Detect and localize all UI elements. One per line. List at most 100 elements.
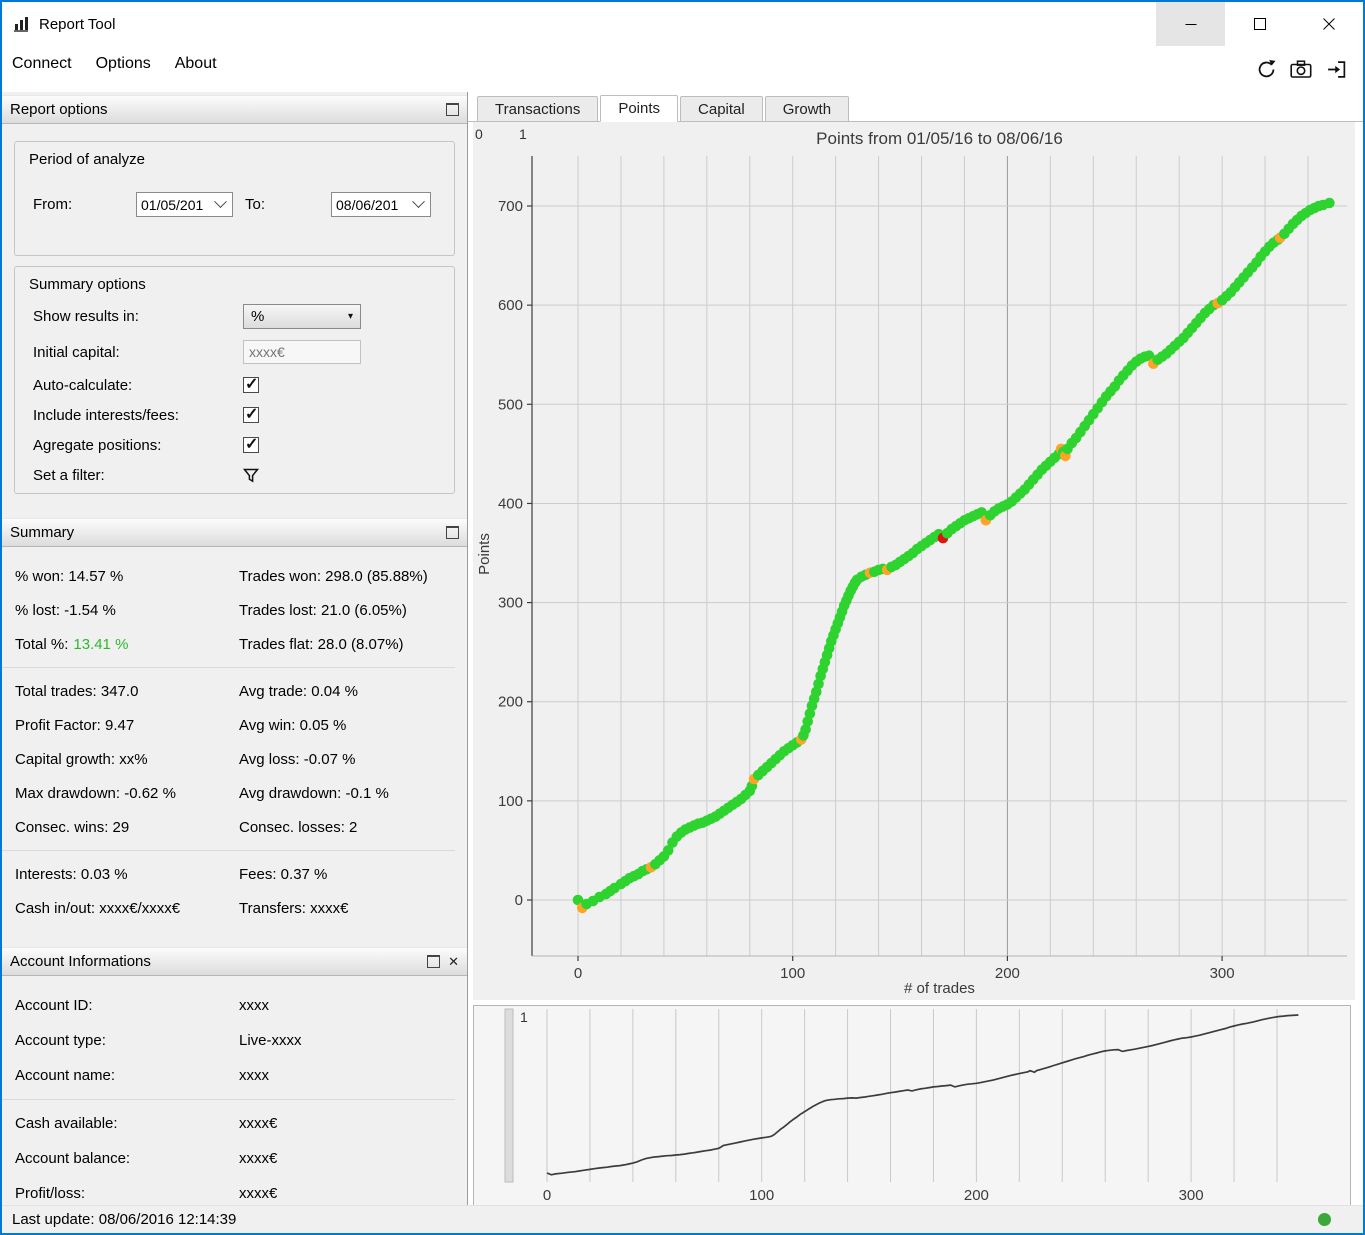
tab-capital[interactable]: Capital bbox=[680, 96, 763, 121]
set-filter-label: Set a filter: bbox=[33, 467, 243, 484]
avg-loss: Avg loss: -0.07 % bbox=[239, 751, 355, 768]
last-update-text: Last update: 08/06/2016 12:14:39 bbox=[12, 1211, 236, 1228]
account-informations-header: Account Informations ✕ bbox=[2, 947, 467, 976]
include-interests-checkbox[interactable] bbox=[243, 407, 259, 423]
summary-options-title: Summary options bbox=[15, 267, 454, 293]
left-dock-panel: Report options Period of analyze From: 0… bbox=[2, 92, 468, 1205]
tab-transactions[interactable]: Transactions bbox=[477, 96, 598, 121]
report-options-header: Report options bbox=[2, 95, 467, 124]
account-row: Account type: Live-xxxx bbox=[2, 1023, 467, 1058]
account-row: Account name: xxxx bbox=[2, 1058, 467, 1093]
svg-text:# of trades: # of trades bbox=[904, 980, 975, 997]
account-type-value: Live-xxxx bbox=[239, 1032, 302, 1049]
menu-options[interactable]: Options bbox=[84, 46, 163, 85]
app-window: Report Tool Connect Options About bbox=[0, 0, 1365, 1235]
cash-available-label: Cash available: bbox=[15, 1115, 239, 1132]
summary-row: % won: 14.57 % Trades won: 298.0 (85.88%… bbox=[2, 559, 467, 593]
svg-text:400: 400 bbox=[498, 495, 523, 512]
chart-panel: Transactions Points Capital Growth 01002… bbox=[468, 92, 1363, 1205]
float-icon[interactable] bbox=[427, 955, 440, 968]
points-chart: 01002003004005006007000100200300Points f… bbox=[473, 122, 1355, 1000]
menu-connect[interactable]: Connect bbox=[2, 46, 84, 85]
avg-trade: Avg trade: 0.04 % bbox=[239, 683, 358, 700]
svg-text:100: 100 bbox=[780, 965, 805, 982]
divider bbox=[2, 850, 455, 851]
minimize-icon bbox=[1185, 18, 1197, 30]
camera-icon[interactable] bbox=[1290, 58, 1312, 80]
transfers: Transfers: xxxx€ bbox=[239, 900, 348, 917]
profit-factor: Profit Factor: 9.47 bbox=[15, 717, 239, 734]
auto-calculate-checkbox[interactable] bbox=[243, 377, 259, 393]
summary-row: Total trades: 347.0 Avg trade: 0.04 % bbox=[2, 674, 467, 708]
close-panel-icon[interactable]: ✕ bbox=[448, 957, 459, 967]
to-date-combobox[interactable]: 08/06/201 bbox=[331, 192, 431, 217]
initial-capital-label: Initial capital: bbox=[33, 344, 243, 361]
filter-icon[interactable] bbox=[243, 468, 259, 483]
auto-calculate-label: Auto-calculate: bbox=[33, 377, 243, 394]
svg-text:300: 300 bbox=[1210, 965, 1235, 982]
consec-losses: Consec. losses: 2 bbox=[239, 819, 357, 836]
avg-drawdown: Avg drawdown: -0.1 % bbox=[239, 785, 389, 802]
capital-growth: Capital growth: xx% bbox=[15, 751, 239, 768]
svg-text:Points from 01/05/16 to 08/06/: Points from 01/05/16 to 08/06/16 bbox=[816, 129, 1063, 148]
account-type-label: Account type: bbox=[15, 1032, 239, 1049]
tab-points[interactable]: Points bbox=[600, 95, 678, 122]
svg-text:700: 700 bbox=[498, 198, 523, 215]
avg-win: Avg win: 0.05 % bbox=[239, 717, 346, 734]
summary-row: Profit Factor: 9.47 Avg win: 0.05 % bbox=[2, 708, 467, 742]
menu-about[interactable]: About bbox=[163, 46, 229, 85]
total-trades: Total trades: 347.0 bbox=[15, 683, 239, 700]
summary-row: Consec. wins: 29 Consec. losses: 2 bbox=[2, 810, 467, 844]
summary-title: Summary bbox=[10, 524, 74, 541]
account-balance-label: Account balance: bbox=[15, 1150, 239, 1167]
summary-row: % lost: -1.54 % Trades lost: 21.0 (6.05%… bbox=[2, 593, 467, 627]
maximize-button[interactable] bbox=[1225, 2, 1294, 46]
agregate-positions-checkbox[interactable] bbox=[243, 437, 259, 453]
refresh-icon[interactable] bbox=[1255, 58, 1277, 80]
pct-lost: % lost: -1.54 % bbox=[15, 602, 239, 619]
menubar: Connect Options About bbox=[2, 46, 1363, 92]
tab-growth[interactable]: Growth bbox=[765, 96, 849, 121]
close-button[interactable] bbox=[1294, 2, 1363, 46]
consec-wins: Consec. wins: 29 bbox=[15, 819, 239, 836]
svg-text:300: 300 bbox=[1179, 1187, 1204, 1204]
minimize-button[interactable] bbox=[1156, 2, 1225, 46]
overview-chart[interactable]: 01002003001 bbox=[474, 1006, 1350, 1206]
trades-lost: Trades lost: 21.0 (6.05%) bbox=[239, 602, 407, 619]
total-pct: Total %:13.41 % bbox=[15, 636, 239, 653]
period-group-title: Period of analyze bbox=[15, 142, 454, 168]
cash-in-out: Cash in/out: xxxx€/xxxx€ bbox=[15, 900, 239, 917]
profit-loss-value: xxxx€ bbox=[239, 1185, 277, 1202]
max-drawdown: Max drawdown: -0.62 % bbox=[15, 785, 239, 802]
summary-header: Summary bbox=[2, 518, 467, 547]
from-date-combobox[interactable]: 01/05/201 bbox=[136, 192, 233, 217]
svg-text:600: 600 bbox=[498, 297, 523, 314]
account-id-label: Account ID: bbox=[15, 997, 239, 1014]
initial-capital-input[interactable] bbox=[243, 340, 361, 364]
fees: Fees: 0.37 % bbox=[239, 866, 327, 883]
window-controls bbox=[1156, 2, 1363, 46]
summary-options-groupbox: Summary options Show results in: % ▾ Ini… bbox=[14, 266, 455, 494]
summary-row: Cash in/out: xxxx€/xxxx€ Transfers: xxxx… bbox=[2, 891, 467, 925]
include-interests-label: Include interests/fees: bbox=[33, 407, 243, 424]
close-icon bbox=[1323, 18, 1335, 30]
summary-rows: % won: 14.57 % Trades won: 298.0 (85.88%… bbox=[2, 559, 467, 925]
export-icon[interactable] bbox=[1325, 58, 1347, 80]
svg-text:1: 1 bbox=[519, 126, 527, 142]
from-date-value: 01/05/201 bbox=[137, 197, 216, 213]
svg-text:0: 0 bbox=[543, 1187, 551, 1204]
account-row: Account balance: xxxx€ bbox=[2, 1141, 467, 1176]
to-label: To: bbox=[233, 196, 331, 213]
maximize-icon bbox=[1254, 18, 1266, 30]
svg-text:0: 0 bbox=[475, 126, 483, 142]
statusbar: Last update: 08/06/2016 12:14:39 bbox=[2, 1205, 1363, 1233]
svg-text:300: 300 bbox=[498, 595, 523, 612]
show-results-value: % bbox=[251, 308, 348, 325]
float-icon[interactable] bbox=[446, 526, 459, 539]
pct-won: % won: 14.57 % bbox=[15, 568, 239, 585]
summary-row: Capital growth: xx% Avg loss: -0.07 % bbox=[2, 742, 467, 776]
app-icon bbox=[12, 15, 30, 33]
float-icon[interactable] bbox=[446, 103, 459, 116]
account-row: Account ID: xxxx bbox=[2, 988, 467, 1023]
show-results-select[interactable]: % ▾ bbox=[243, 304, 361, 329]
